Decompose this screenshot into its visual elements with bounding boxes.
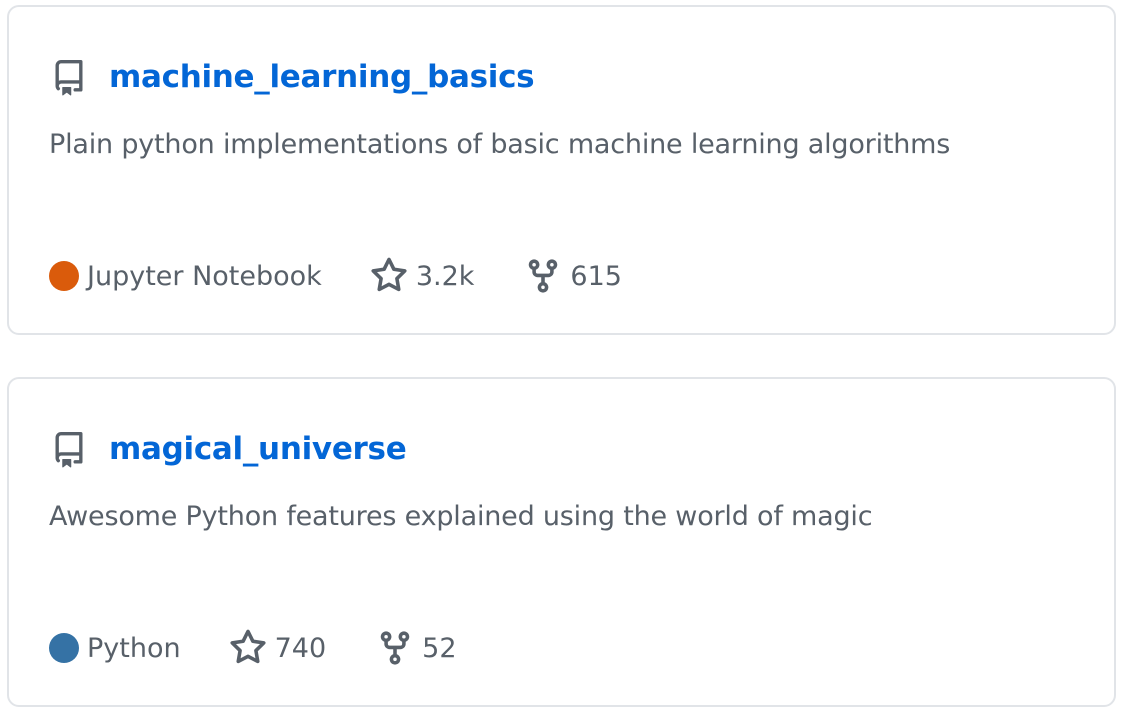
forks-link[interactable]: 615: [524, 257, 622, 295]
repo-description: Plain python implementations of basic ma…: [49, 129, 951, 160]
fork-icon: [529, 259, 558, 293]
forks-count: 52: [422, 632, 457, 664]
repo-card: magical_universe Awesome Python features…: [7, 377, 1116, 707]
stars-link[interactable]: 3.2k: [370, 257, 475, 295]
repo-icon: [55, 60, 83, 96]
star-icon: [229, 629, 266, 664]
fork-icon: [380, 631, 410, 665]
forks-count: 615: [570, 260, 622, 292]
repo-icon: [55, 432, 83, 468]
repo-name-link[interactable]: machine_learning_basics: [109, 55, 535, 99]
language-label: Jupyter Notebook: [87, 260, 322, 292]
language: Python: [49, 633, 181, 664]
repo-name-link[interactable]: magical_universe: [109, 427, 407, 471]
stars-link[interactable]: 740: [229, 629, 327, 667]
repo-card: machine_learning_basics Plain python imp…: [7, 5, 1116, 335]
repo-meta: Jupyter Notebook 3.2k 615: [49, 256, 622, 296]
language-label: Python: [87, 632, 181, 664]
language-color-dot: [49, 261, 79, 291]
language-color-dot: [49, 633, 79, 663]
repo-description: Awesome Python features explained using …: [49, 501, 873, 532]
stars-count: 3.2k: [415, 260, 475, 292]
language: Jupyter Notebook: [49, 261, 322, 292]
forks-link[interactable]: 52: [376, 629, 457, 667]
stars-count: 740: [274, 632, 327, 664]
repo-meta: Python 740 52: [49, 628, 457, 668]
star-icon: [371, 257, 407, 292]
